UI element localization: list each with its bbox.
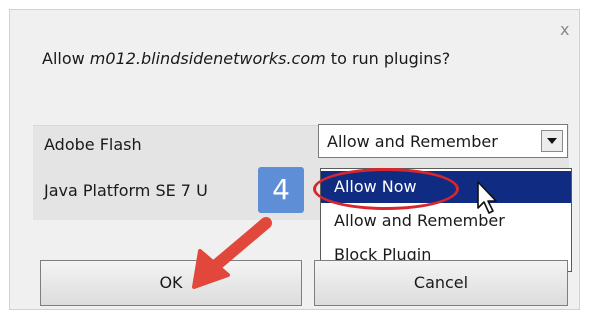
step-badge: 4 bbox=[258, 167, 304, 213]
cancel-button[interactable]: Cancel bbox=[314, 260, 568, 306]
callout-arrow-icon bbox=[192, 217, 272, 289]
prompt-suffix: to run plugins? bbox=[325, 49, 451, 68]
close-icon[interactable]: x bbox=[560, 22, 569, 38]
option-allow-and-remember[interactable]: Allow and Remember bbox=[321, 205, 571, 237]
highlight-circle bbox=[313, 168, 459, 210]
prompt-text: Allow m012.blindsidenetworks.com to run … bbox=[42, 49, 450, 68]
select-current-value: Allow and Remember bbox=[327, 132, 498, 151]
plugin-name-adobe-flash: Adobe Flash bbox=[44, 135, 142, 154]
prompt-domain: m012.blindsidenetworks.com bbox=[89, 49, 326, 68]
plugin-name-java: Java Platform SE 7 U bbox=[44, 181, 208, 200]
mouse-cursor-icon bbox=[477, 181, 497, 214]
prompt-prefix: Allow bbox=[42, 49, 90, 68]
dropdown-arrow-icon[interactable] bbox=[541, 130, 563, 152]
adobe-flash-setting-select[interactable]: Allow and Remember bbox=[318, 124, 568, 158]
